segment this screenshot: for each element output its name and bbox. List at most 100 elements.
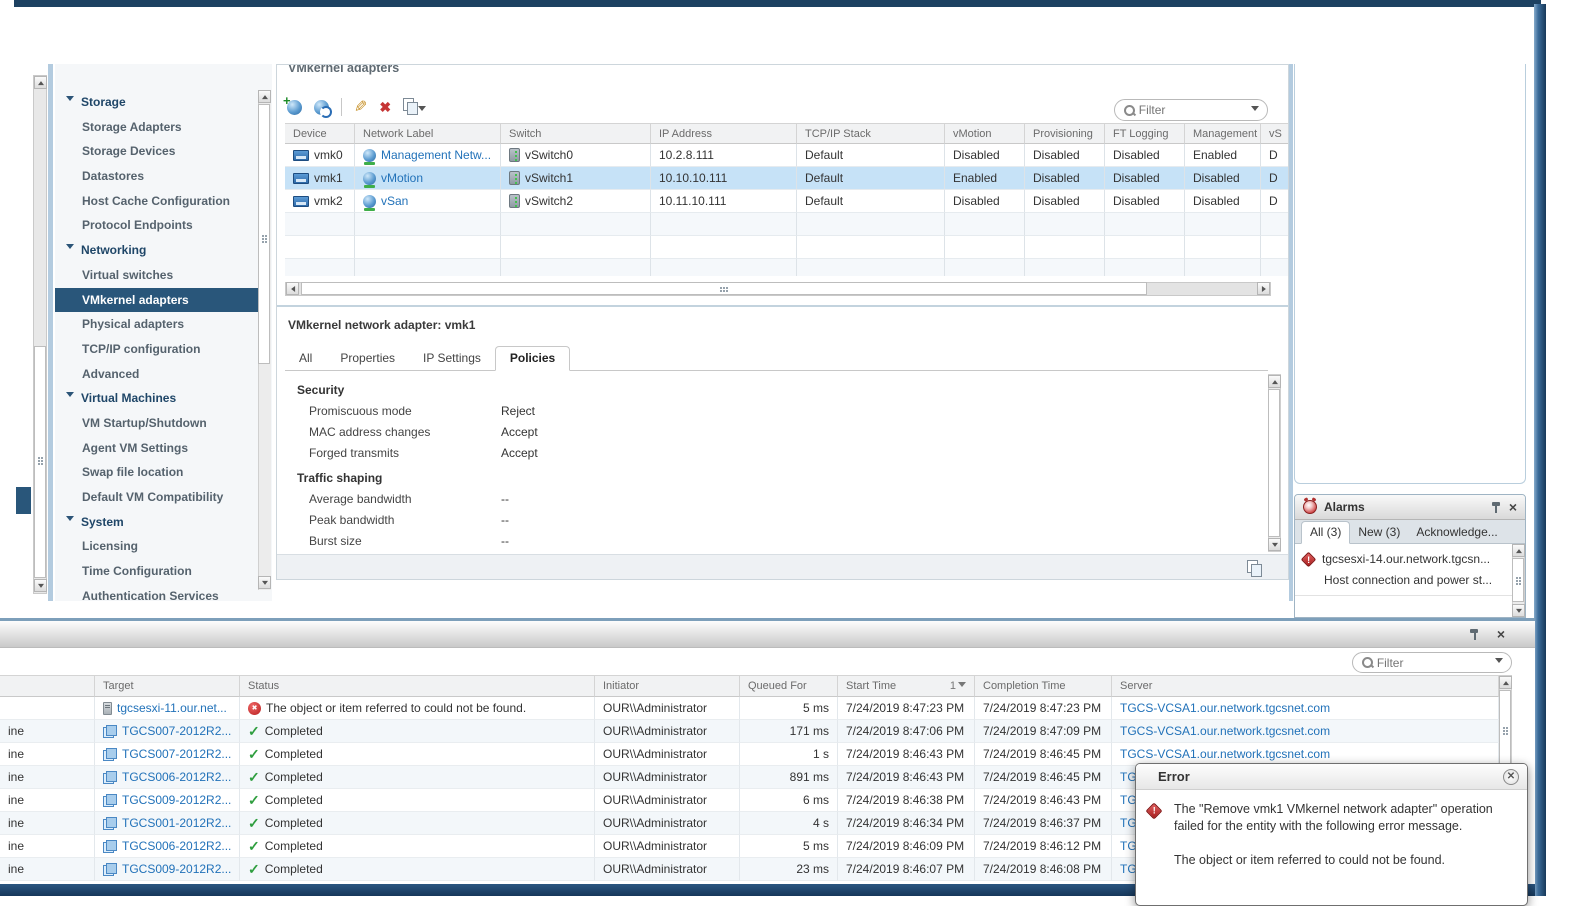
- left-pane-scrollbar[interactable]: [33, 75, 47, 594]
- remove-icon[interactable]: ✖: [379, 99, 391, 116]
- column-header-completion-time[interactable]: Completion Time: [975, 675, 1112, 697]
- sidebar-item-datastores[interactable]: Datastores: [55, 164, 258, 189]
- close-icon[interactable]: ×: [1497, 627, 1505, 641]
- error-dialog-header[interactable]: Error ✕: [1136, 764, 1527, 790]
- server-link[interactable]: TGCS-VCSA1.our.network.tgcsnet.com: [1120, 724, 1330, 738]
- column-header-ip-address[interactable]: IP Address: [651, 123, 797, 144]
- policies-scrollbar[interactable]: [1268, 374, 1281, 552]
- export-copy-button[interactable]: [403, 98, 427, 116]
- scrollbar-thumb[interactable]: [1499, 690, 1511, 770]
- tab-policies[interactable]: Policies: [494, 346, 571, 371]
- tab-properties[interactable]: Properties: [326, 347, 409, 370]
- sidebar-item-advanced[interactable]: Advanced: [55, 362, 258, 387]
- tab-all[interactable]: All: [285, 347, 326, 370]
- scrollbar-thumb[interactable]: [301, 282, 1147, 295]
- sidebar-section-networking[interactable]: Networking: [55, 238, 258, 263]
- tasks-filter-box[interactable]: [1352, 652, 1512, 673]
- sidebar-item-virtual-switches[interactable]: Virtual switches: [55, 263, 258, 288]
- sidebar-section-system[interactable]: System: [55, 510, 258, 535]
- sidebar-item-default-vm-compatibility[interactable]: Default VM Compatibility: [55, 485, 258, 510]
- edit-icon[interactable]: ✎: [354, 97, 367, 117]
- column-header-tcpip-stack[interactable]: TCP/IP Stack: [797, 123, 945, 144]
- alarms-tab-all[interactable]: All (3): [1301, 521, 1351, 544]
- refresh-networking-icon[interactable]: [314, 99, 332, 118]
- sidebar-item-swap-file-location[interactable]: Swap file location: [55, 460, 258, 485]
- target-link[interactable]: tgcsesxi-11.our.net...: [117, 701, 227, 715]
- column-header-switch[interactable]: Switch: [501, 123, 651, 144]
- scroll-down-arrow[interactable]: [258, 576, 271, 589]
- column-header-server[interactable]: Server: [1112, 675, 1499, 697]
- alarms-scrollbar[interactable]: [1512, 544, 1525, 617]
- sidebar-scrollbar[interactable]: [258, 90, 271, 590]
- server-link[interactable]: TGCS-VCSA1.our.network.tgcsnet.com: [1120, 747, 1330, 761]
- scroll-up-arrow[interactable]: [258, 90, 271, 103]
- network-label-link[interactable]: vMotion: [381, 171, 423, 185]
- adapter-row-vmk1-selected[interactable]: vmk1 vMotion vSwitch1 10.10.10.111 Defau…: [285, 167, 1288, 190]
- column-header-network-label[interactable]: Network Label: [355, 123, 501, 144]
- scroll-down-arrow[interactable]: [1268, 538, 1281, 551]
- sidebar-item-tcpip-configuration[interactable]: TCP/IP configuration: [55, 337, 258, 362]
- sidebar-item-time-configuration[interactable]: Time Configuration: [55, 559, 258, 584]
- column-header-vmotion[interactable]: vMotion: [945, 123, 1025, 144]
- adapters-filter-box[interactable]: [1114, 99, 1268, 121]
- export-icon[interactable]: [1247, 560, 1262, 577]
- tab-ip-settings[interactable]: IP Settings: [409, 347, 495, 370]
- scroll-up-arrow[interactable]: [1268, 375, 1281, 388]
- scroll-down-arrow[interactable]: [34, 579, 47, 592]
- column-header-target[interactable]: Target: [95, 675, 240, 697]
- column-header-initiator[interactable]: Initiator: [595, 675, 740, 697]
- filter-input[interactable]: [1138, 103, 1251, 117]
- column-header-device[interactable]: Device: [285, 123, 355, 144]
- sidebar-item-authentication-services[interactable]: Authentication Services: [55, 584, 258, 601]
- column-header-ft-logging[interactable]: FT Logging: [1105, 123, 1185, 144]
- alarms-tab-new[interactable]: New (3): [1350, 522, 1408, 543]
- scroll-up-arrow[interactable]: [34, 76, 47, 89]
- scrollbar-thumb[interactable]: [1512, 558, 1524, 602]
- column-header-queued-for[interactable]: Queued For: [740, 675, 838, 697]
- sidebar-item-vmkernel-adapters[interactable]: VMkernel adapters: [55, 287, 258, 313]
- close-icon[interactable]: ×: [1509, 500, 1517, 514]
- alarms-tab-acknowledged[interactable]: Acknowledge...: [1408, 522, 1505, 543]
- scrollbar-thumb[interactable]: [258, 104, 270, 364]
- adapter-row-vmk2[interactable]: vmk2 vSan vSwitch2 10.11.10.111 Default …: [285, 190, 1288, 213]
- pin-icon[interactable]: [1491, 501, 1502, 514]
- pin-icon[interactable]: [1469, 628, 1480, 641]
- column-header-task[interactable]: [0, 675, 95, 697]
- chevron-down-icon[interactable]: [1251, 105, 1259, 115]
- column-header-start-time[interactable]: Start Time 1: [838, 675, 975, 697]
- target-link[interactable]: TGCS006-2012R2...: [122, 839, 231, 853]
- sidebar-item-host-cache-configuration[interactable]: Host Cache Configuration: [55, 189, 258, 214]
- scroll-left-arrow[interactable]: [286, 282, 299, 295]
- alarm-item[interactable]: tgcsesxi-14.our.network.tgcsn...: [1295, 544, 1525, 567]
- scroll-up-arrow[interactable]: [1512, 544, 1525, 557]
- sidebar-item-vm-startup-shutdown[interactable]: VM Startup/Shutdown: [55, 411, 258, 436]
- sidebar-item-agent-vm-settings[interactable]: Agent VM Settings: [55, 436, 258, 461]
- column-header-status[interactable]: Status: [240, 675, 595, 697]
- sidebar-section-storage[interactable]: Storage: [55, 90, 258, 115]
- target-link[interactable]: TGCS001-2012R2...: [122, 816, 231, 830]
- close-icon[interactable]: ✕: [1503, 768, 1519, 785]
- chevron-down-icon[interactable]: [1495, 658, 1503, 667]
- scrollbar-thumb[interactable]: [34, 346, 46, 578]
- sidebar-item-storage-devices[interactable]: Storage Devices: [55, 139, 258, 164]
- sidebar-section-virtual-machines[interactable]: Virtual Machines: [55, 386, 258, 411]
- scroll-right-arrow[interactable]: [1257, 282, 1270, 295]
- task-row[interactable]: tgcsesxi-11.our.net... The object or ite…: [0, 697, 1499, 720]
- network-label-link[interactable]: Management Netw...: [381, 148, 491, 162]
- sidebar-item-storage-adapters[interactable]: Storage Adapters: [55, 115, 258, 140]
- server-link[interactable]: TGCS-VCSA1.our.network.tgcsnet.com: [1120, 701, 1330, 715]
- column-header-provisioning[interactable]: Provisioning: [1025, 123, 1105, 144]
- target-link[interactable]: TGCS007-2012R2...: [122, 747, 231, 761]
- target-link[interactable]: TGCS009-2012R2...: [122, 793, 231, 807]
- add-networking-icon[interactable]: [283, 93, 302, 115]
- scrollbar-thumb[interactable]: [1268, 389, 1280, 537]
- column-header-clipped[interactable]: vS: [1261, 123, 1288, 144]
- task-row[interactable]: ine TGCS007-2012R2... Completed OUR\\Adm…: [0, 720, 1499, 743]
- target-link[interactable]: TGCS007-2012R2...: [122, 724, 231, 738]
- adapters-horizontal-scrollbar[interactable]: [285, 282, 1271, 296]
- filter-input[interactable]: [1376, 655, 1495, 670]
- column-header-management[interactable]: Management: [1185, 123, 1261, 144]
- target-link[interactable]: TGCS006-2012R2...: [122, 770, 231, 784]
- sidebar-item-physical-adapters[interactable]: Physical adapters: [55, 312, 258, 337]
- scroll-up-arrow[interactable]: [1499, 676, 1512, 689]
